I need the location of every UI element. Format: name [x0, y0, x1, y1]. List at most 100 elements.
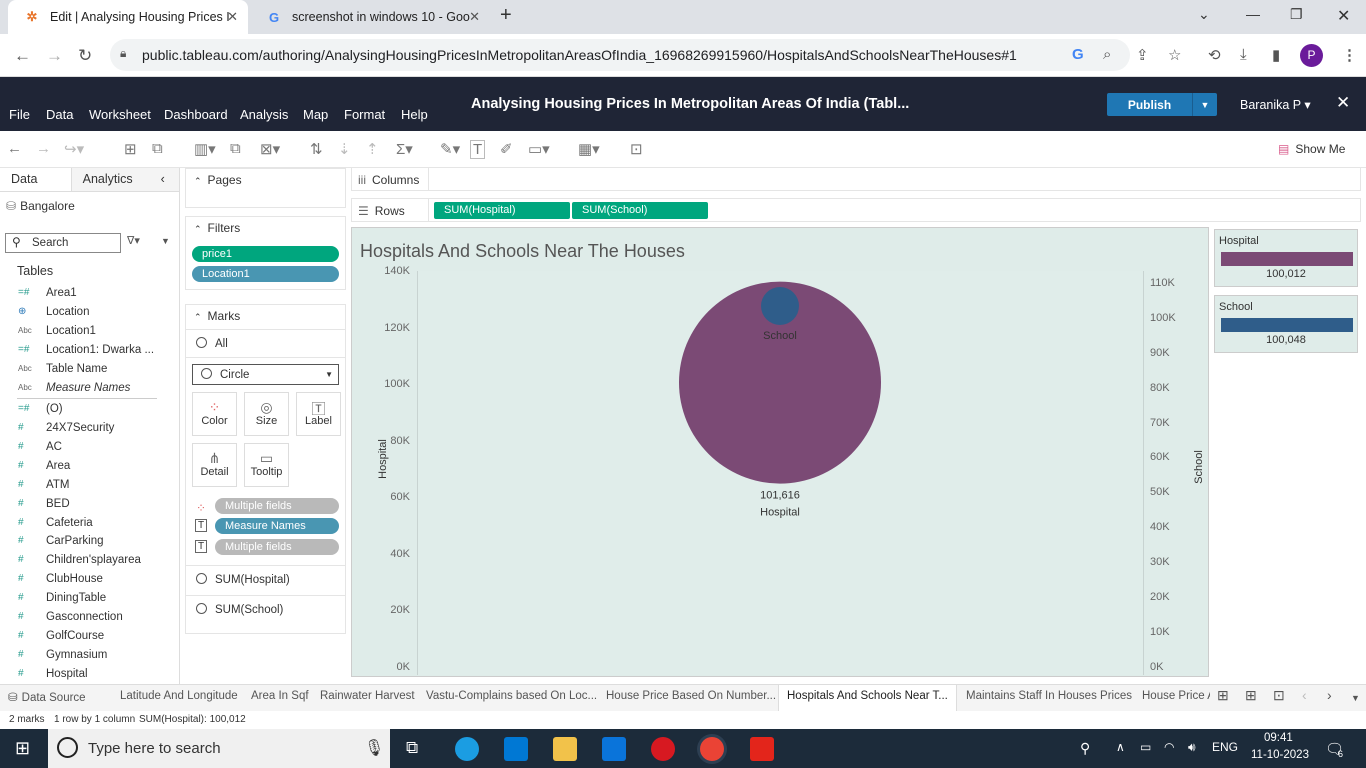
taskbar-search-input[interactable]: Type here to search 🎙︎ [48, 729, 390, 768]
annotate-icon[interactable]: ✐ [500, 140, 513, 158]
close-tab-icon[interactable]: ✕ [227, 9, 238, 25]
duplicate-sheet-icon[interactable]: ⧉ [230, 140, 241, 157]
new-datasource-icon[interactable]: ⊞ [124, 140, 137, 158]
language-indicator[interactable]: ENG [1212, 740, 1238, 754]
menu-map[interactable]: Map [303, 107, 328, 122]
menu-worksheet[interactable]: Worksheet [89, 107, 151, 122]
marks-pill-color[interactable]: Multiple fields [215, 498, 339, 514]
restore-button[interactable]: ❐ [1290, 6, 1303, 23]
new-worksheet-icon[interactable]: ▥▾ [194, 140, 216, 158]
scroll-left-icon[interactable]: ‹ [1302, 687, 1307, 703]
reload-icon[interactable]: ↻ [78, 46, 92, 66]
filter-fields-icon[interactable]: ∇▾ [127, 234, 140, 247]
sheet-tab[interactable]: Rainwater Harvest [320, 690, 415, 702]
field-item[interactable]: # Gasconnection [0, 607, 180, 626]
publish-label[interactable]: Publish [1107, 93, 1193, 116]
collapse-icon[interactable]: ⌃ [194, 176, 202, 186]
download-sheet-icon[interactable]: ⊡ [630, 140, 643, 158]
field-item[interactable]: # DiningTable [0, 588, 180, 607]
field-item[interactable]: # ATM [0, 475, 180, 494]
field-item[interactable]: # GolfCourse [0, 626, 180, 645]
sheet-tab[interactable]: Maintains Staff In Houses Prices [966, 690, 1132, 702]
tab-data-source[interactable]: ⛁ Data Source [8, 690, 86, 704]
legend-school[interactable]: School 100,048 [1214, 295, 1358, 353]
rows-pill-sum-school[interactable]: SUM(School) [572, 202, 708, 219]
new-dashboard-icon[interactable]: ⊞ [1245, 687, 1257, 704]
zoom-icon[interactable]: ⌕ [1103, 46, 1111, 63]
field-search-input[interactable]: ⚲ Search [5, 233, 121, 253]
acrobat-icon[interactable] [750, 737, 774, 761]
extension-icon[interactable]: ⟲ [1208, 46, 1221, 64]
sheet-tab[interactable]: Area In Sqf [251, 690, 309, 702]
mark-type-select[interactable]: Circle ▼ [192, 364, 339, 385]
sheet-tab[interactable]: Latitude And Longitude [120, 690, 238, 702]
menu-analysis[interactable]: Analysis [240, 107, 288, 122]
profile-avatar[interactable]: P [1300, 44, 1323, 67]
undo-icon[interactable]: ← [7, 140, 22, 157]
store-icon[interactable] [504, 737, 528, 761]
field-item[interactable]: # AC [0, 437, 180, 456]
forward-icon[interactable]: → [46, 46, 63, 66]
rows-shelf[interactable]: ☰ Rows SUM(Hospital) SUM(School) [351, 198, 1361, 222]
people-icon[interactable]: ⚲ [1080, 740, 1090, 757]
filter-pill-location1[interactable]: Location1 [192, 266, 339, 282]
redo-icon[interactable]: → [36, 140, 51, 157]
edge-icon[interactable] [455, 737, 479, 761]
url-field[interactable]: 🔒︎ public.tableau.com/authoring/Analysin… [110, 39, 1130, 71]
field-item[interactable]: =# (O) [0, 399, 180, 418]
volume-icon[interactable]: 🔊︎ [1188, 740, 1196, 755]
field-item[interactable]: # Gymnasium [0, 645, 180, 664]
field-item[interactable]: # Children'splayarea [0, 550, 180, 569]
wifi-icon[interactable]: ◠ [1164, 740, 1174, 754]
rows-pill-sum-hospital[interactable]: SUM(Hospital) [434, 202, 570, 219]
label-button[interactable]: 🅃︎ Label [296, 392, 341, 436]
new-tab-button[interactable]: + [500, 4, 512, 27]
menu-dashboard[interactable]: Dashboard [164, 107, 228, 122]
field-item[interactable]: # ClubHouse [0, 569, 180, 588]
sort-descending-icon[interactable]: ⇡ [366, 140, 379, 158]
show-me-button[interactable]: ▤ Show Me [1278, 142, 1345, 156]
mail-icon[interactable] [602, 737, 626, 761]
field-item[interactable]: =# Area1 [0, 283, 180, 302]
menu-format[interactable]: Format [344, 107, 385, 122]
field-item[interactable]: Abc Measure Names [0, 378, 180, 397]
tabs-menu-icon[interactable]: ▼ [1351, 693, 1360, 703]
share-icon[interactable]: ⇪ [1136, 46, 1149, 64]
totals-icon[interactable]: Σ▾ [396, 140, 413, 158]
presentation-icon[interactable]: ▦▾ [578, 140, 600, 158]
clock-time[interactable]: 09:41 [1264, 732, 1293, 744]
color-button[interactable]: ⁘ Color [192, 392, 237, 436]
new-story-icon[interactable]: ⊡ [1273, 687, 1285, 704]
menu-help[interactable]: Help [401, 107, 428, 122]
swap-icon[interactable]: ⇅ [310, 140, 323, 158]
chrome-icon[interactable] [700, 737, 724, 761]
show-labels-icon[interactable]: T [470, 140, 486, 159]
close-editor-icon[interactable]: ✕ [1336, 93, 1350, 113]
opera-icon[interactable] [651, 737, 675, 761]
sort-ascending-icon[interactable]: ⇣ [338, 140, 351, 158]
highlight-icon[interactable]: ✎▾ [440, 140, 460, 158]
clock-date[interactable]: 11-10-2023 [1251, 749, 1309, 761]
tab-analytics[interactable]: Analytics ‹ [71, 168, 179, 191]
new-sheet-icon[interactable]: ⊞ [1217, 687, 1229, 704]
tab-data[interactable]: Data [0, 168, 72, 191]
field-item[interactable]: Abc Table Name [0, 359, 180, 378]
replay-icon[interactable]: ↪▾ [64, 140, 84, 158]
field-item[interactable]: Abc Location1 [0, 321, 180, 340]
user-menu[interactable]: Baranika P ▾ [1240, 97, 1311, 112]
field-item[interactable]: # CarParking [0, 531, 180, 550]
tooltip-button[interactable]: ▭ Tooltip [244, 443, 289, 487]
windows-start-icon[interactable]: ⊞ [15, 738, 30, 759]
collapse-icon[interactable]: ‹ [161, 172, 165, 186]
field-item[interactable]: # Cafeteria [0, 513, 180, 532]
sheet-tab[interactable]: House Price Based On Number... [606, 690, 776, 702]
publish-button[interactable]: Publish ▼ [1107, 93, 1217, 116]
field-item[interactable]: # Hospital [0, 664, 180, 683]
publish-dropdown-icon[interactable]: ▼ [1193, 93, 1217, 116]
marks-all-tab[interactable]: All [196, 337, 228, 350]
scroll-right-icon[interactable]: › [1327, 687, 1332, 703]
marks-pill-label-2[interactable]: Multiple fields [215, 539, 339, 555]
menu-data[interactable]: Data [46, 107, 73, 122]
legend-hospital[interactable]: Hospital 100,012 [1214, 229, 1358, 287]
task-view-icon[interactable]: ⧉ [406, 738, 418, 758]
